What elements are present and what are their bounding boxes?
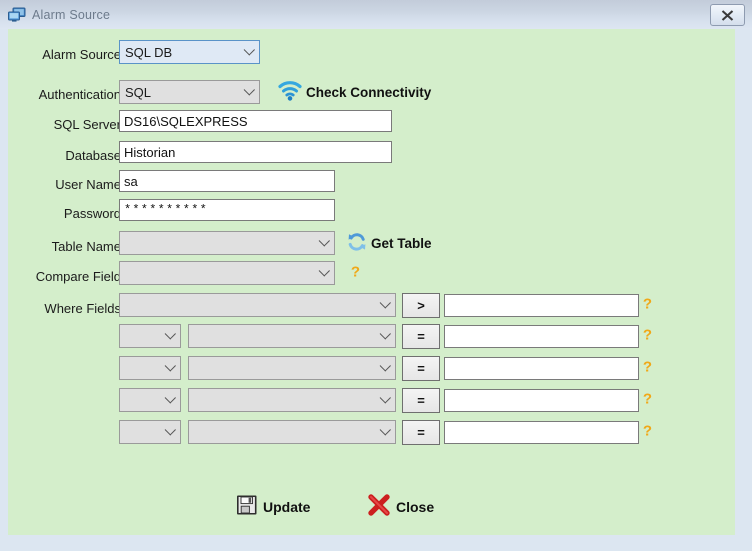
where-value-input-3[interactable] — [444, 357, 639, 380]
window-title: Alarm Source — [32, 7, 111, 22]
chevron-down-icon — [241, 41, 259, 63]
alarm-source-window: Alarm Source Alarm Source SQL DB Authent… — [0, 0, 752, 551]
where-value-input-4[interactable] — [444, 389, 639, 412]
where-operator-button-5[interactable]: = — [402, 420, 440, 445]
where-logic-select-2[interactable] — [119, 324, 181, 348]
svg-text:?: ? — [643, 391, 652, 408]
alarm-source-value: SQL DB — [125, 44, 173, 60]
where-logic-select-3[interactable] — [119, 356, 181, 380]
where-field-select-5[interactable] — [188, 420, 396, 444]
sql-server-label: SQL Server — [53, 117, 121, 132]
monitors-icon — [8, 7, 26, 23]
where-logic-select-4[interactable] — [119, 388, 181, 412]
close-button[interactable]: Close — [367, 494, 434, 519]
update-label: Update — [263, 498, 311, 515]
where-field-select-2[interactable] — [188, 324, 396, 348]
compare-field-select[interactable] — [119, 261, 335, 285]
compare-field-label: Compare Field — [35, 269, 121, 284]
update-button[interactable]: Update — [236, 494, 310, 519]
authentication-value: SQL — [125, 84, 152, 100]
chevron-down-icon — [377, 294, 395, 316]
svg-text:?: ? — [643, 327, 652, 344]
where-operator-button-4[interactable]: = — [402, 388, 440, 413]
table-name-label: Table Name — [51, 239, 121, 254]
svg-text:?: ? — [351, 264, 360, 281]
close-icon — [721, 9, 734, 21]
chevron-down-icon — [162, 389, 180, 411]
database-label: Database — [65, 148, 121, 163]
chevron-down-icon — [162, 421, 180, 443]
check-connectivity-label: Check Connectivity — [306, 84, 432, 100]
table-name-select[interactable] — [119, 231, 335, 255]
database-input[interactable]: Historian — [119, 141, 392, 163]
svg-text:?: ? — [643, 296, 652, 313]
where-operator-button-2[interactable]: = — [402, 324, 440, 349]
dialog-client-area: Alarm Source SQL DB Authentication SQL C… — [8, 29, 735, 535]
where-value-input-1[interactable] — [444, 294, 639, 317]
compare-field-help-icon[interactable]: ? — [348, 263, 363, 282]
chevron-down-icon — [241, 81, 259, 103]
where-value-input-2[interactable] — [444, 325, 639, 348]
chevron-down-icon — [377, 357, 395, 379]
close-window-button[interactable] — [710, 4, 745, 26]
chevron-down-icon — [377, 389, 395, 411]
authentication-select[interactable]: SQL — [119, 80, 260, 104]
where-operator-button-3[interactable]: = — [402, 356, 440, 381]
red-x-icon — [367, 494, 391, 519]
close-label: Close — [396, 498, 435, 515]
authentication-label: Authentication — [38, 87, 121, 102]
where-help-icon-2[interactable]: ? — [640, 326, 655, 345]
get-table-label: Get Table — [371, 235, 432, 251]
floppy-save-icon — [236, 494, 258, 519]
where-help-icon-3[interactable]: ? — [640, 358, 655, 377]
password-input[interactable]: ********** — [119, 199, 335, 221]
window-titlebar: Alarm Source — [0, 0, 752, 29]
where-fields-label: Where Fields — [44, 301, 121, 316]
svg-text:?: ? — [643, 423, 652, 440]
where-field-select-1[interactable] — [119, 293, 396, 317]
chevron-down-icon — [377, 421, 395, 443]
user-name-label: User Name — [55, 177, 121, 192]
sql-server-input[interactable]: DS16\SQLEXPRESS — [119, 110, 392, 132]
where-help-icon-5[interactable]: ? — [640, 422, 655, 441]
check-connectivity-button[interactable]: Check Connectivity — [278, 80, 431, 104]
chevron-down-icon — [316, 232, 334, 254]
chevron-down-icon — [162, 357, 180, 379]
where-logic-select-5[interactable] — [119, 420, 181, 444]
where-value-input-5[interactable] — [444, 421, 639, 444]
where-help-icon-1[interactable]: ? — [640, 295, 655, 314]
chevron-down-icon — [162, 325, 180, 347]
alarm-source-select[interactable]: SQL DB — [119, 40, 260, 64]
chevron-down-icon — [316, 262, 334, 284]
get-table-button[interactable]: Get Table — [347, 232, 432, 254]
where-operator-button-1[interactable]: > — [402, 293, 440, 318]
svg-text:?: ? — [643, 359, 652, 376]
where-field-select-4[interactable] — [188, 388, 396, 412]
wifi-icon — [278, 80, 302, 104]
refresh-icon — [347, 232, 367, 255]
where-field-select-3[interactable] — [188, 356, 396, 380]
password-label: Password — [63, 206, 121, 221]
user-name-input[interactable]: sa — [119, 170, 335, 192]
where-help-icon-4[interactable]: ? — [640, 390, 655, 409]
alarm-source-label: Alarm Source — [42, 47, 121, 62]
chevron-down-icon — [377, 325, 395, 347]
